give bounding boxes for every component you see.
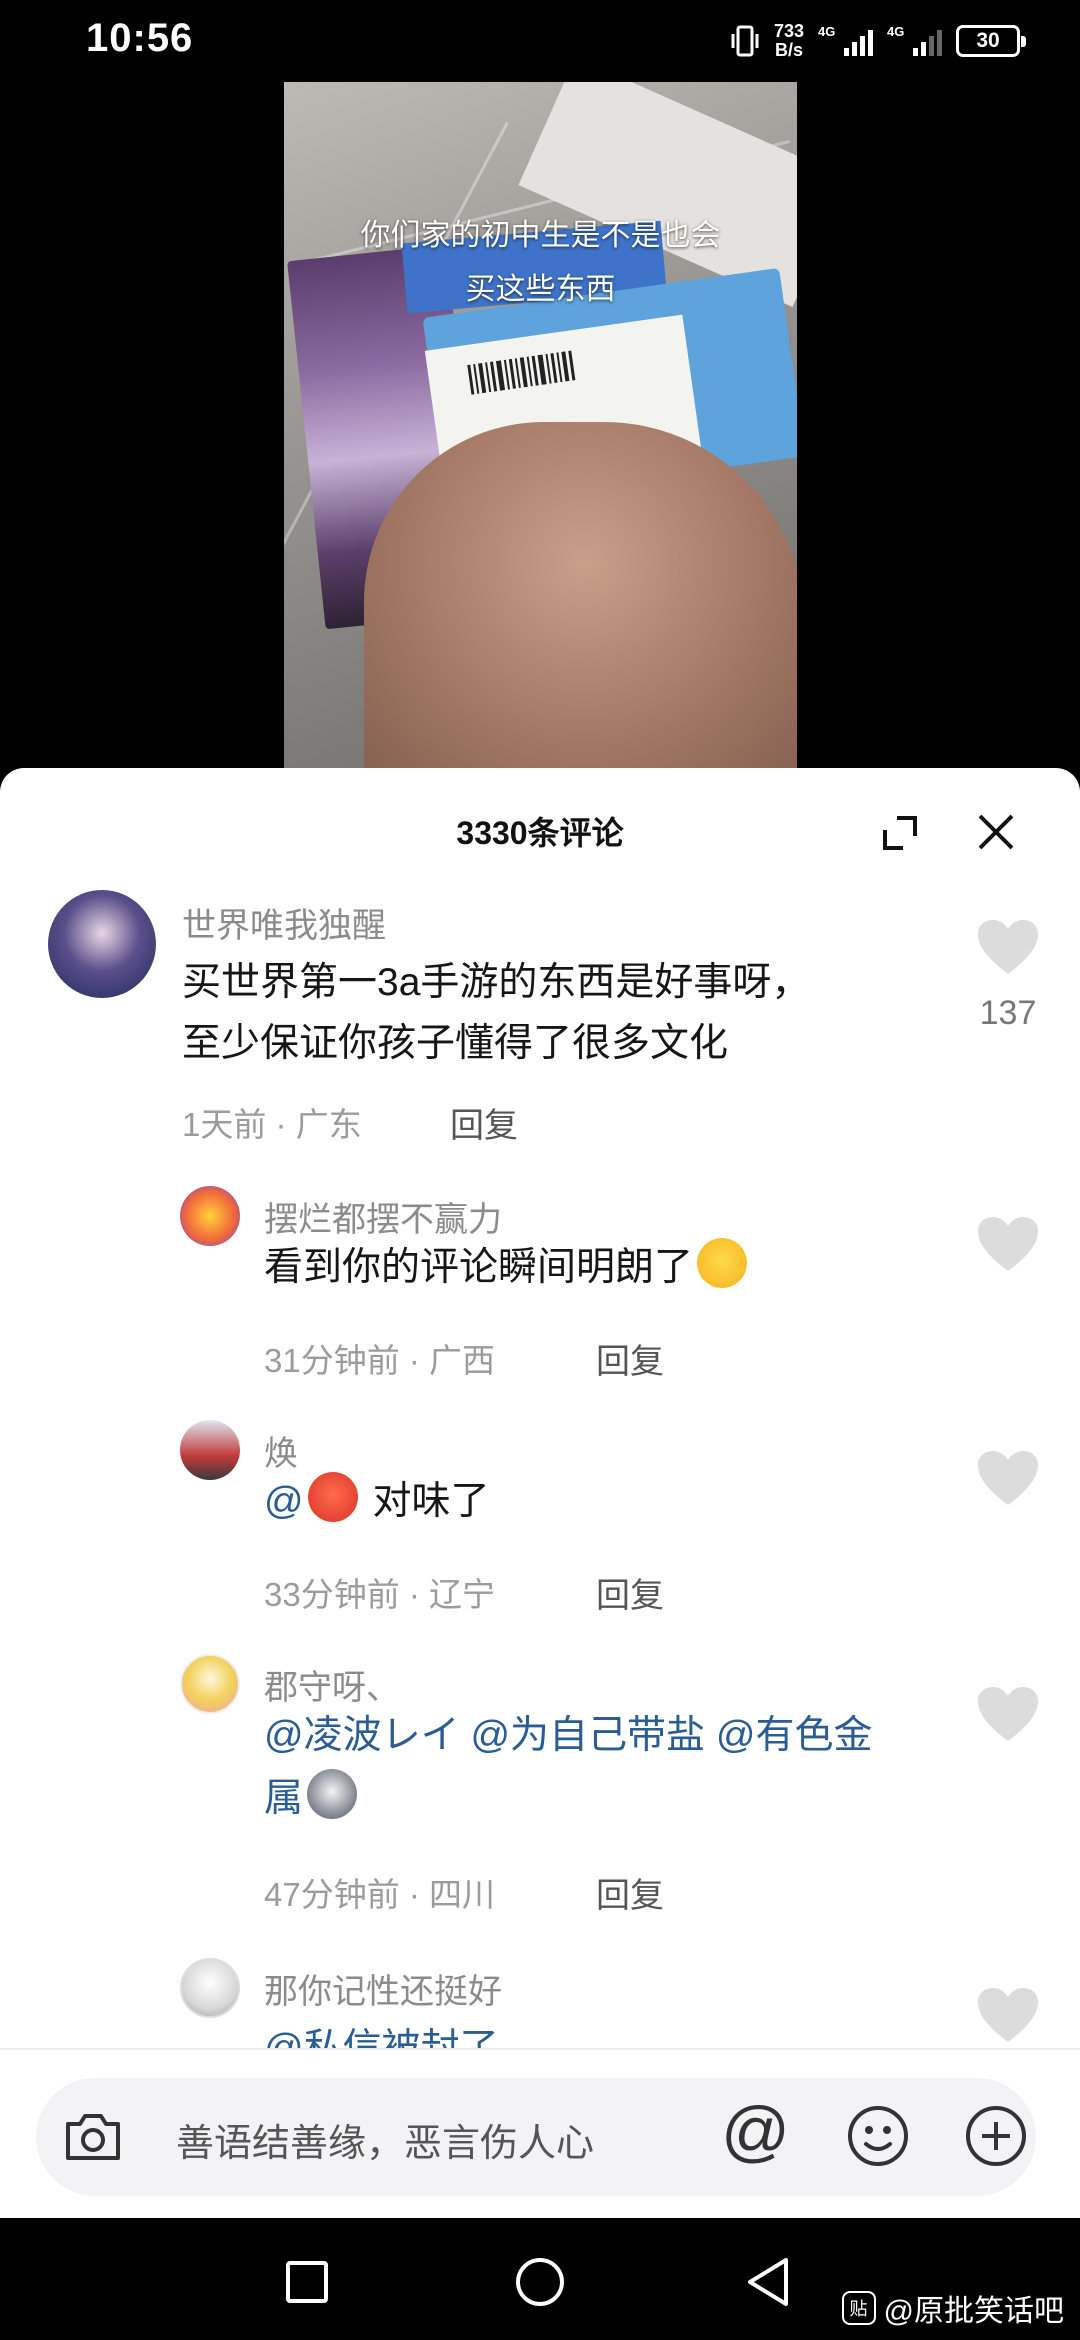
tieba-logo-icon: 贴 [841,2291,876,2325]
heart-icon[interactable] [976,1986,1040,2044]
avatar[interactable] [180,1958,240,2018]
doge-emoji-icon [307,1769,358,1819]
signal-sim1-icon: 4G [818,24,873,56]
laughing-crying-emoji-icon [697,1238,748,1288]
comment-username[interactable]: 那你记性还挺好 [264,1964,502,2013]
camera-icon[interactable] [60,2104,126,2170]
comment-text-line2: 属 [264,1768,361,1829]
comment-input-bar[interactable]: 善语结善缘，恶言伤人心 @ [36,2078,1036,2196]
avatar[interactable] [180,1420,240,1480]
hand [364,422,797,772]
plus-icon[interactable] [962,2102,1030,2170]
battery-icon: 30 [956,25,1026,57]
mention-at-icon[interactable]: @ [721,2092,790,2170]
status-bar: 10:56 733 B/s 4G 4G 30 [0,0,1080,82]
comment-text: @ 对味了 [264,1471,489,1532]
reply-button[interactable]: 回复 [450,1098,518,1147]
comment-text-line1: @凌波レイ @为自己带盐 @有色金 [264,1714,873,1757]
avatar[interactable] [180,1654,240,1714]
heart-icon[interactable] [976,1215,1040,1273]
comment-meta: 1天前 · 广东 [182,1106,362,1143]
status-time: 10:56 [86,16,194,60]
video-frame[interactable]: 你们家的初中生是不是也会 买这些东西 [284,82,797,772]
recent-apps-icon[interactable] [285,2260,329,2304]
heart-icon[interactable] [976,1449,1040,1507]
comment-meta: 31分钟前 · 广西 [264,1342,496,1379]
network-speed: 733 B/s [773,21,804,60]
emoji-icon[interactable] [844,2102,912,2170]
comment-input[interactable]: 善语结善缘，恶言伤人心 [176,2112,594,2167]
comments-panel: 3330条评论 世界唯我独醒 买世界第一3a手游的东西是好事呀， 至少保证你孩子… [0,768,1080,2218]
comment-text-line2: 至少保证你孩子懂得了很多文化 [182,1022,729,1065]
video-player[interactable]: 你们家的初中生是不是也会 买这些东西 [0,82,1080,772]
close-icon[interactable] [970,806,1022,858]
expand-icon[interactable] [875,808,925,858]
heart-icon[interactable] [976,918,1040,976]
comment-meta: 33分钟前 · 辽宁 [264,1576,496,1613]
signal-sim2-icon: 4G [887,24,942,56]
avatar[interactable] [48,890,156,998]
comment-username[interactable]: 焕 [264,1426,298,1475]
barcode-icon [467,350,576,395]
video-caption-line2: 买这些东西 [465,273,616,306]
vibrate-icon [731,25,759,57]
reply-button[interactable]: 回复 [596,1868,664,1917]
comment-text-line1: 买世界第一3a手游的东西是好事呀， [182,961,811,1004]
system-nav-bar: 贴 @原批笑话吧 [0,2218,1080,2340]
comment-text: 看到你的评论瞬间明朗了 [264,1237,751,1298]
watermark: 贴 @原批笑话吧 [841,2286,1064,2330]
heart-icon[interactable] [976,1685,1040,1743]
comment-input-area: 善语结善缘，恶言伤人心 @ [0,2048,1080,2218]
video-caption-line1: 你们家的初中生是不是也会 [360,219,721,252]
avatar[interactable] [180,1186,240,1246]
comment-username[interactable]: 郡守呀、 [264,1660,400,1709]
angry-emoji-icon [307,1472,358,1522]
reply-button[interactable]: 回复 [596,1334,664,1383]
status-icons: 733 B/s 4G 4G 30 [730,18,1026,64]
home-icon[interactable] [514,2256,566,2308]
reply-button[interactable]: 回复 [596,1568,664,1617]
comment-meta: 47分钟前 · 四川 [264,1876,496,1913]
comment-username[interactable]: 世界唯我独醒 [182,898,386,947]
comment-username[interactable]: 摆烂都摆不赢力 [264,1192,502,1241]
back-icon[interactable] [744,2256,792,2308]
like-count: 137 [979,994,1037,1032]
